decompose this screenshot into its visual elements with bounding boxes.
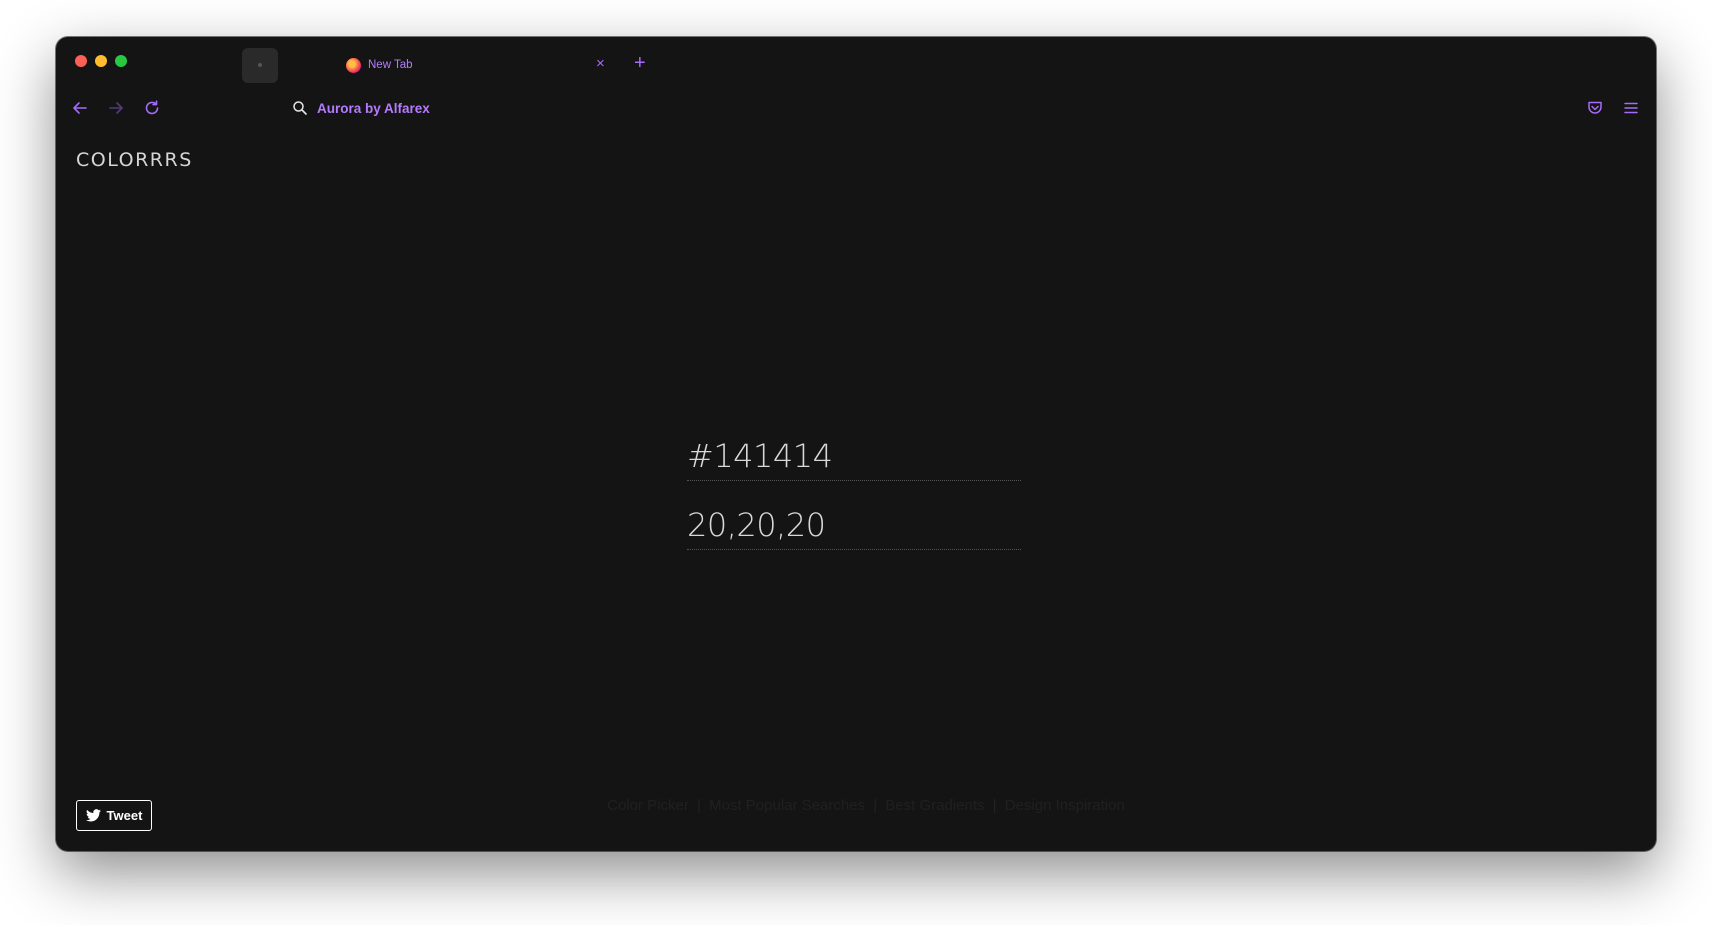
pocket-icon: [1588, 101, 1602, 114]
hamburger-menu-icon: [1624, 102, 1638, 114]
tweet-label: Tweet: [106, 808, 143, 823]
rgb-color-input[interactable]: 20,20,20: [687, 500, 1021, 550]
browser-window: New Tab × + Aurora by Alfarex COLORRRS #…: [56, 37, 1656, 851]
footer-separator: |: [697, 797, 701, 814]
reload-icon: [145, 100, 159, 115]
maximize-window-button[interactable]: [115, 55, 127, 67]
arrow-right-icon: [109, 102, 123, 114]
tab-close-button[interactable]: ×: [596, 56, 605, 71]
new-tab-button[interactable]: +: [634, 53, 646, 73]
tweet-button[interactable]: Tweet: [76, 800, 152, 831]
pinned-tab[interactable]: [242, 48, 278, 83]
url-bar[interactable]: Aurora by Alfarex: [292, 100, 430, 116]
search-icon: [293, 101, 307, 115]
app-menu-button[interactable]: [1622, 99, 1640, 122]
footer-link-design-inspiration[interactable]: Design Inspiration: [1005, 797, 1125, 814]
site-logo[interactable]: COLORRRS: [76, 149, 193, 171]
forward-button[interactable]: [107, 99, 125, 122]
twitter-bird-icon: [85, 809, 101, 822]
close-window-button[interactable]: [75, 55, 87, 67]
footer-link-color-picker[interactable]: Color Picker: [607, 797, 689, 814]
minimize-window-button[interactable]: [95, 55, 107, 67]
arrow-left-icon: [73, 102, 87, 114]
footer-link-best-gradients[interactable]: Best Gradients: [885, 797, 984, 814]
color-inputs: #141414 20,20,20: [687, 431, 1021, 550]
tab-title: New Tab: [368, 59, 413, 71]
tab-strip: New Tab × +: [56, 37, 1656, 89]
url-text: Aurora by Alfarex: [317, 100, 430, 116]
footer-link-most-popular-searches[interactable]: Most Popular Searches: [709, 797, 865, 814]
footer-separator: |: [992, 797, 997, 814]
back-button[interactable]: [71, 99, 89, 122]
hex-color-input[interactable]: #141414: [687, 431, 1021, 481]
tab-new-tab[interactable]: New Tab ×: [346, 51, 616, 79]
firefox-logo-icon: [346, 57, 361, 73]
pocket-button[interactable]: [1586, 99, 1604, 122]
reload-button[interactable]: [143, 99, 161, 122]
footer-links: Color Picker | Most Popular Searches | B…: [556, 797, 1176, 814]
pinned-tab-icon: [258, 63, 262, 67]
footer-separator: |: [873, 797, 878, 814]
